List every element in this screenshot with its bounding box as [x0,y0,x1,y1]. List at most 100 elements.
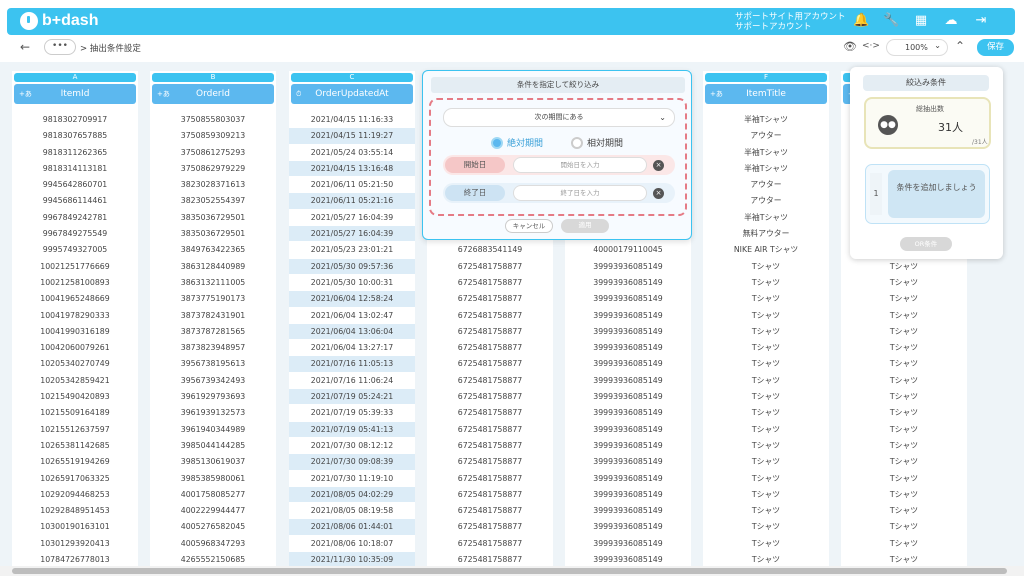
table-cell[interactable]: 6725481758877 [427,356,553,373]
table-cell[interactable]: Tシャツ [841,291,967,308]
table-cell[interactable]: 半袖Tシャツ [703,112,829,129]
table-cell[interactable]: 4005276582045 [150,519,276,536]
table-cell[interactable]: 39993936085149 [565,389,691,406]
table-cell[interactable]: Tシャツ [703,536,829,553]
table-cell[interactable]: 10265519194269 [12,454,138,471]
table-cell[interactable]: 39993936085149 [565,275,691,292]
table-cell[interactable]: Tシャツ [841,503,967,520]
table-cell[interactable]: 2021/05/30 10:00:31 [289,275,415,292]
table-cell[interactable]: 4265552150685 [150,552,276,566]
table-cell[interactable]: 2021/04/15 13:16:48 [289,160,415,178]
table-cell[interactable]: Tシャツ [703,324,829,341]
table-cell[interactable]: Tシャツ [841,356,967,373]
table-cell[interactable]: 6725481758877 [427,471,553,487]
table-cell[interactable]: 6725481758877 [427,438,553,455]
table-cell[interactable]: 2021/11/30 10:35:09 [289,552,415,566]
table-cell[interactable]: 10021258100893 [12,275,138,292]
table-cell[interactable]: 3961940344989 [150,422,276,438]
table-cell[interactable]: 2021/07/19 05:41:13 [289,421,415,438]
table-cell[interactable]: 2021/07/30 11:19:10 [289,471,415,487]
table-cell[interactable]: Tシャツ [703,487,829,504]
table-cell[interactable]: 6725481758877 [427,536,553,553]
table-cell[interactable]: 10041978290333 [12,308,138,324]
table-cell[interactable]: 3750861275293 [150,145,276,161]
table-cell[interactable]: 4005968347293 [150,536,276,553]
table-cell[interactable]: 3849763422365 [150,242,276,259]
table-cell[interactable]: 6725481758877 [427,422,553,438]
table-cell[interactable]: Tシャツ [841,259,967,275]
table-cell[interactable]: 10292848951453 [12,503,138,520]
save-button[interactable]: 保存 [977,39,1014,56]
table-cell[interactable]: 2021/08/05 04:02:29 [289,486,415,504]
table-cell[interactable]: 2021/07/30 09:08:39 [289,454,415,471]
table-cell[interactable]: 9818311262365 [12,145,138,161]
table-cell[interactable]: NIKE AIR Tシャツ [703,242,829,259]
table-cell[interactable]: 2021/08/06 01:44:01 [289,519,415,536]
table-cell[interactable]: 3750862979229 [150,161,276,178]
column-header[interactable]: +あ ItemId [14,84,136,104]
table-cell[interactable]: 3873775190173 [150,291,276,308]
table-cell[interactable]: 10215512637597 [12,422,138,438]
table-cell[interactable]: 半袖Tシャツ [703,145,829,161]
table-cell[interactable]: Tシャツ [703,373,829,390]
column-header[interactable]: +あ ItemTitle [705,84,827,104]
table-cell[interactable]: 3823052554397 [150,193,276,210]
table-cell[interactable]: 3835036729501 [150,210,276,227]
table-cell[interactable]: Tシャツ [841,275,967,292]
table-cell[interactable]: 3956738195613 [150,356,276,373]
table-cell[interactable]: 10300190163101 [12,519,138,536]
table-cell[interactable]: 9818307657885 [12,128,138,145]
table-cell[interactable]: 2021/05/27 16:04:39 [289,210,415,227]
table-cell[interactable]: Tシャツ [703,405,829,422]
table-cell[interactable]: Tシャツ [703,438,829,455]
period-select[interactable]: 次の期間にある ⌄ [443,108,675,127]
table-cell[interactable]: Tシャツ [841,487,967,504]
table-cell[interactable]: 2021/04/15 11:19:27 [289,128,415,145]
column-letter[interactable]: B [152,73,274,82]
table-cell[interactable]: Tシャツ [841,519,967,536]
eye-icon[interactable]: 👁 [843,40,857,53]
table-cell[interactable]: 39993936085149 [565,324,691,341]
add-condition-button[interactable]: 条件を追加しましょう [888,170,985,218]
table-cell[interactable]: 6725481758877 [427,503,553,520]
table-cell[interactable]: 2021/06/04 13:02:47 [289,308,415,324]
apply-button[interactable]: 適用 [561,219,609,233]
table-cell[interactable]: 9945642860701 [12,177,138,194]
chevron-up-icon[interactable]: ⌃ [955,39,965,53]
table-cell[interactable]: 3750855803037 [150,112,276,129]
table-cell[interactable]: 39993936085149 [565,405,691,422]
table-cell[interactable]: 半袖Tシャツ [703,210,829,227]
table-cell[interactable]: 3985130619037 [150,454,276,471]
end-date-input[interactable]: 終了日を入力 [513,185,647,201]
table-cell[interactable]: Tシャツ [703,471,829,487]
table-cell[interactable]: 2021/07/16 11:06:24 [289,373,415,390]
table-cell[interactable]: 39993936085149 [565,487,691,504]
table-cell[interactable]: 39993936085149 [565,503,691,520]
table-cell[interactable]: 4001758085277 [150,487,276,504]
table-cell[interactable]: Tシャツ [841,405,967,422]
table-cell[interactable]: 2021/06/04 13:27:17 [289,340,415,357]
table-cell[interactable]: 6725481758877 [427,340,553,357]
bell-icon[interactable]: 🔔 [853,13,869,29]
table-cell[interactable]: 3873787281565 [150,324,276,341]
table-cell[interactable]: Tシャツ [841,536,967,553]
table-cell[interactable]: 40000179110045 [565,242,691,259]
table-cell[interactable]: 9995749327005 [12,242,138,259]
table-cell[interactable]: Tシャツ [841,308,967,324]
table-cell[interactable]: 6725481758877 [427,519,553,536]
table-cell[interactable]: 6725481758877 [427,487,553,504]
table-cell[interactable]: 6725481758877 [427,275,553,292]
table-cell[interactable]: 10021251776669 [12,259,138,275]
column-header[interactable]: +あ OrderId [152,84,274,104]
logout-icon[interactable]: ⇥ [973,13,989,29]
table-cell[interactable]: 無料アウター [703,226,829,243]
table-cell[interactable]: 6725481758877 [427,308,553,324]
table-cell[interactable]: Tシャツ [841,552,967,566]
table-cell[interactable]: Tシャツ [703,259,829,275]
table-cell[interactable]: 39993936085149 [565,308,691,324]
table-cell[interactable]: 39993936085149 [565,519,691,536]
column-header[interactable]: ⏱ OrderUpdatedAt [291,84,413,104]
column-letter[interactable]: F [705,73,827,82]
clear-icon[interactable]: × [653,159,664,171]
table-cell[interactable]: 2021/05/27 16:04:39 [289,226,415,243]
